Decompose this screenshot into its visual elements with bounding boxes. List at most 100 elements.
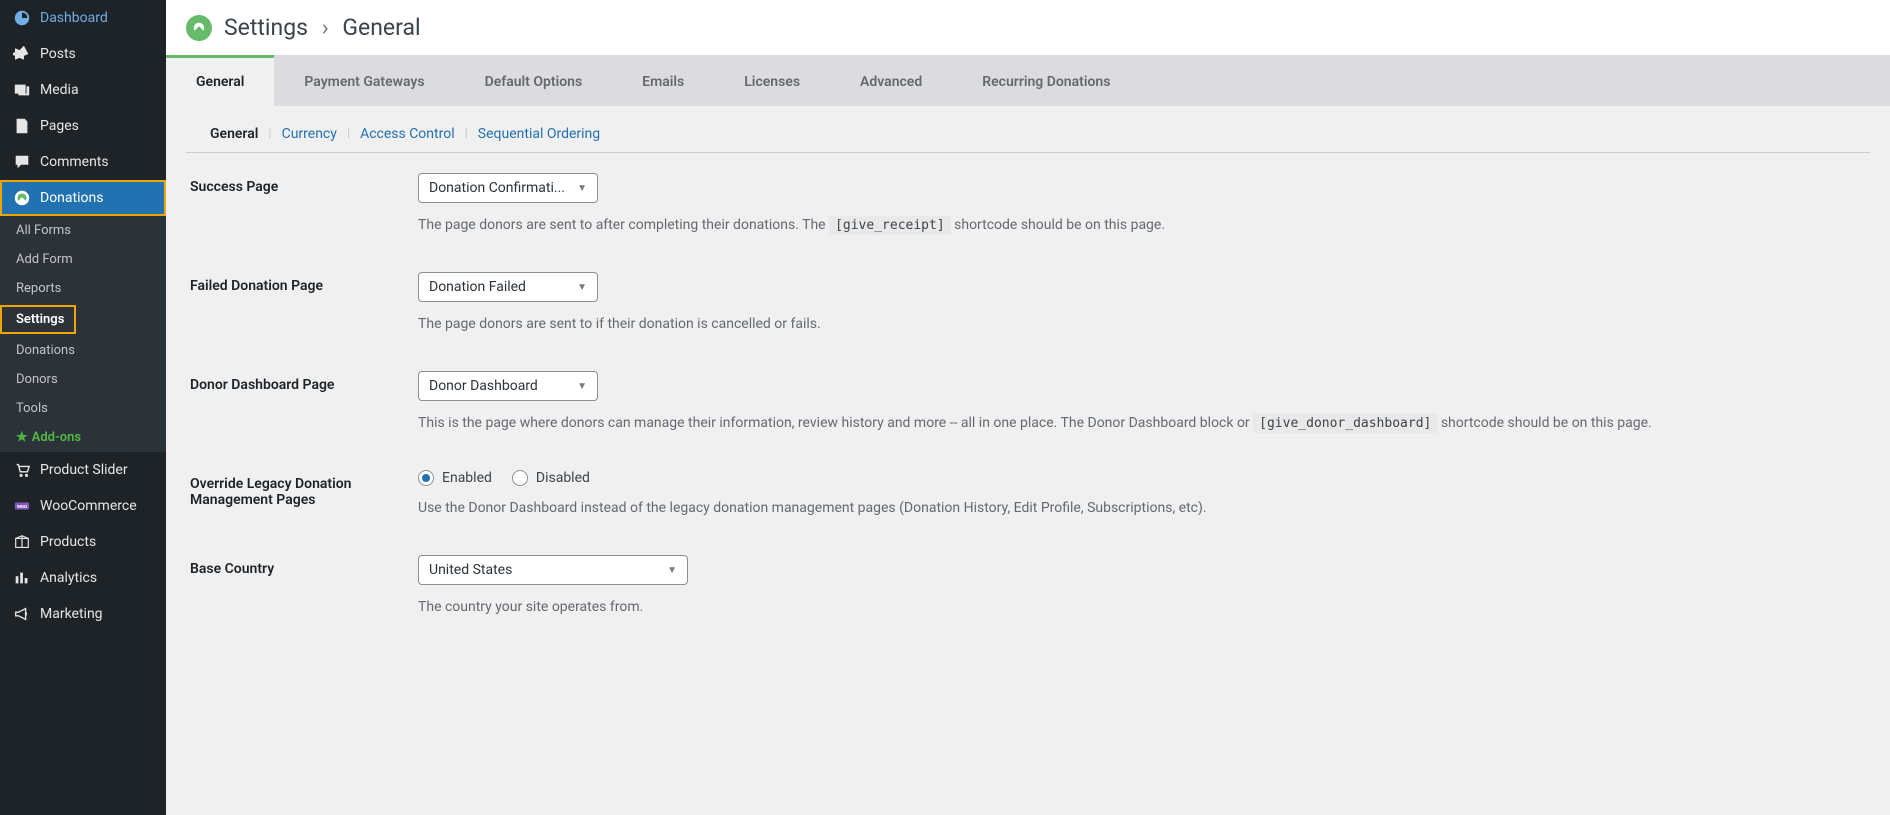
tab-emails[interactable]: Emails xyxy=(612,58,714,106)
sidebar-label: Marketing xyxy=(40,606,103,622)
override-legacy-help: Use the Donor Dashboard instead of the l… xyxy=(418,498,1866,519)
submenu-donors[interactable]: Donors xyxy=(0,365,166,394)
chevron-down-icon: ▼ xyxy=(667,565,677,576)
sidebar-label: Product Slider xyxy=(40,462,128,478)
setting-failed-page: Failed Donation Page Donation Failed ▼ T… xyxy=(190,272,1866,335)
failed-page-value: Donation Failed xyxy=(429,279,526,295)
admin-sidebar: Dashboard Posts Media Pages Comments Don… xyxy=(0,0,166,815)
pages-icon xyxy=(12,116,32,136)
media-icon xyxy=(12,80,32,100)
success-page-label: Success Page xyxy=(190,173,418,195)
tab-recurring-donations[interactable]: Recurring Donations xyxy=(952,58,1140,106)
radio-disabled[interactable]: Disabled xyxy=(512,470,590,486)
sidebar-item-posts[interactable]: Posts xyxy=(0,36,166,72)
box-icon xyxy=(12,532,32,552)
page-header: Settings › General xyxy=(166,0,1890,55)
sidebar-item-analytics[interactable]: Analytics xyxy=(0,560,166,596)
submenu-reports[interactable]: Reports xyxy=(0,274,166,303)
base-country-help: The country your site operates from. xyxy=(418,597,1866,618)
main-content: Settings › General General Payment Gatew… xyxy=(166,0,1890,815)
sidebar-label: Donations xyxy=(40,190,103,206)
failed-page-select[interactable]: Donation Failed ▼ xyxy=(418,272,598,302)
failed-page-label: Failed Donation Page xyxy=(190,272,418,294)
sidebar-label: WooCommerce xyxy=(40,498,137,514)
tab-licenses[interactable]: Licenses xyxy=(714,58,830,106)
analytics-icon xyxy=(12,568,32,588)
sidebar-item-product-slider[interactable]: Product Slider xyxy=(0,452,166,488)
radio-input xyxy=(512,470,528,486)
subtab-sequential-ordering[interactable]: Sequential Ordering xyxy=(478,126,600,142)
shortcode: [give_receipt] xyxy=(829,216,951,235)
setting-override-legacy: Override Legacy Donation Management Page… xyxy=(190,470,1866,519)
give-logo-icon xyxy=(186,15,212,41)
radio-enabled[interactable]: Enabled xyxy=(418,470,492,486)
woo-icon: woo xyxy=(12,496,32,516)
sidebar-item-pages[interactable]: Pages xyxy=(0,108,166,144)
donations-submenu: All Forms Add Form Reports Settings Dona… xyxy=(0,216,166,452)
sidebar-item-marketing[interactable]: Marketing xyxy=(0,596,166,632)
submenu-settings[interactable]: Settings xyxy=(0,305,76,334)
secondary-tabs: General | Currency | Access Control | Se… xyxy=(186,106,1870,153)
tab-default-options[interactable]: Default Options xyxy=(455,58,613,106)
breadcrumb-general: General xyxy=(342,14,420,41)
chevron-down-icon: ▼ xyxy=(577,282,587,293)
chevron-down-icon: ▼ xyxy=(577,183,587,194)
tab-advanced[interactable]: Advanced xyxy=(830,58,952,106)
sidebar-item-comments[interactable]: Comments xyxy=(0,144,166,180)
donor-dashboard-label: Donor Dashboard Page xyxy=(190,371,418,393)
give-icon xyxy=(12,188,32,208)
tab-separator: | xyxy=(347,126,350,142)
base-country-label: Base Country xyxy=(190,555,418,577)
submenu-donations[interactable]: Donations xyxy=(0,336,166,365)
setting-base-country: Base Country United States ▼ The country… xyxy=(190,555,1866,618)
megaphone-icon xyxy=(12,604,32,624)
breadcrumb-separator: › xyxy=(322,14,329,41)
submenu-tools[interactable]: Tools xyxy=(0,394,166,423)
sidebar-label: Comments xyxy=(40,154,109,170)
tab-separator: | xyxy=(268,126,271,142)
cart-icon xyxy=(12,460,32,480)
success-page-select[interactable]: Donation Confirmati... ▼ xyxy=(418,173,598,203)
tab-payment-gateways[interactable]: Payment Gateways xyxy=(274,58,454,106)
base-country-value: United States xyxy=(429,562,512,578)
sidebar-label: Posts xyxy=(40,46,76,62)
submenu-addons-label: Add-ons xyxy=(32,430,81,445)
sidebar-item-media[interactable]: Media xyxy=(0,72,166,108)
breadcrumb-settings: Settings xyxy=(224,14,308,41)
pin-icon xyxy=(12,44,32,64)
base-country-select[interactable]: United States ▼ xyxy=(418,555,688,585)
sidebar-item-woocommerce[interactable]: woo WooCommerce xyxy=(0,488,166,524)
radio-enabled-label: Enabled xyxy=(442,470,492,486)
submenu-add-form[interactable]: Add Form xyxy=(0,245,166,274)
subtab-currency[interactable]: Currency xyxy=(282,126,337,142)
radio-disabled-label: Disabled xyxy=(536,470,590,486)
subtab-general[interactable]: General xyxy=(210,126,258,142)
svg-text:woo: woo xyxy=(17,504,27,510)
subtab-access-control[interactable]: Access Control xyxy=(360,126,455,142)
radio-input-checked xyxy=(418,470,434,486)
sidebar-label: Analytics xyxy=(40,570,97,586)
submenu-addons[interactable]: ★ Add-ons xyxy=(0,423,166,452)
donor-dashboard-help: This is the page where donors can manage… xyxy=(418,413,1866,434)
donor-dashboard-select[interactable]: Donor Dashboard ▼ xyxy=(418,371,598,401)
settings-form: Success Page Donation Confirmati... ▼ Th… xyxy=(166,153,1890,674)
sidebar-item-donations[interactable]: Donations xyxy=(0,180,166,216)
setting-donor-dashboard: Donor Dashboard Page Donor Dashboard ▼ T… xyxy=(190,371,1866,434)
tab-general[interactable]: General xyxy=(166,55,274,106)
sidebar-label: Products xyxy=(40,534,96,550)
success-page-value: Donation Confirmati... xyxy=(429,180,565,196)
sidebar-label: Pages xyxy=(40,118,79,134)
star-icon: ★ xyxy=(16,430,28,445)
override-legacy-label: Override Legacy Donation Management Page… xyxy=(190,470,418,508)
success-page-help: The page donors are sent to after comple… xyxy=(418,215,1866,236)
submenu-all-forms[interactable]: All Forms xyxy=(0,216,166,245)
shortcode: [give_donor_dashboard] xyxy=(1253,414,1437,433)
setting-success-page: Success Page Donation Confirmati... ▼ Th… xyxy=(190,173,1866,236)
chevron-down-icon: ▼ xyxy=(577,381,587,392)
sidebar-item-dashboard[interactable]: Dashboard xyxy=(0,0,166,36)
donor-dashboard-value: Donor Dashboard xyxy=(429,378,538,394)
comment-icon xyxy=(12,152,32,172)
sidebar-item-products[interactable]: Products xyxy=(0,524,166,560)
override-legacy-radio-group: Enabled Disabled xyxy=(418,470,1866,486)
primary-tabs: General Payment Gateways Default Options… xyxy=(166,55,1890,106)
